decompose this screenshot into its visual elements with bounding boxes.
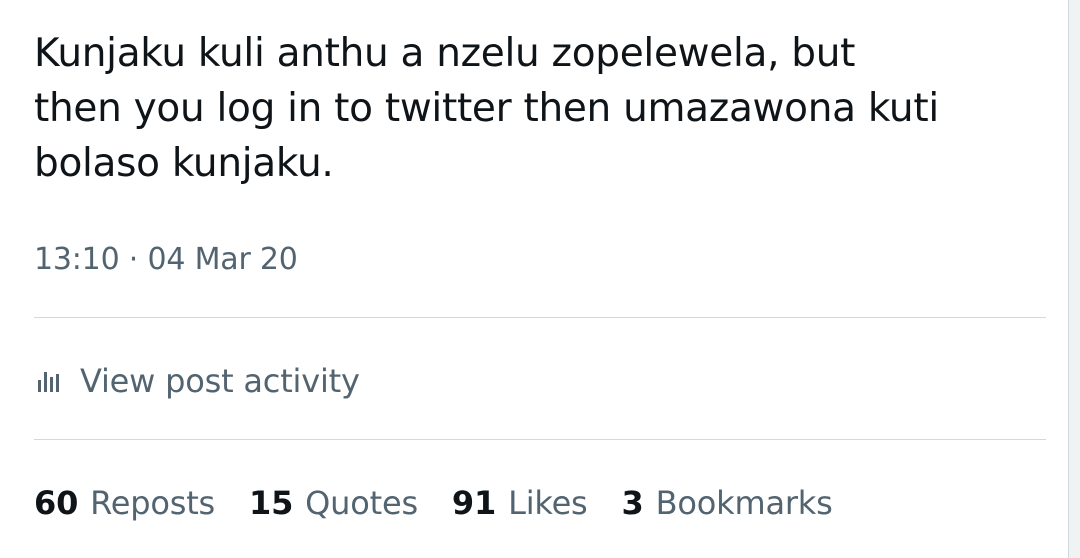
bookmarks-count: 3 bbox=[621, 484, 644, 522]
tweet-text-line: then you log in to twitter then umazawon… bbox=[34, 86, 939, 131]
likes-count: 91 bbox=[451, 484, 497, 522]
tweet-detail-view: Kunjaku kuli anthu a nzelu zopelewela, b… bbox=[0, 0, 1080, 558]
reposts-stat[interactable]: 60 Reposts bbox=[34, 479, 215, 527]
bookmarks-stat[interactable]: 3 Bookmarks bbox=[622, 479, 833, 527]
divider bbox=[34, 439, 1046, 440]
column-border bbox=[1068, 0, 1080, 558]
likes-label: Likes bbox=[508, 484, 588, 522]
view-post-activity-label: View post activity bbox=[80, 362, 360, 400]
quotes-stat[interactable]: 15 Quotes bbox=[249, 479, 418, 527]
tweet-text-line: bolaso kunjaku. bbox=[34, 141, 334, 186]
reposts-count: 60 bbox=[34, 484, 79, 522]
tweet-timestamp[interactable]: 13:10 · 04 Mar 20 bbox=[34, 238, 298, 282]
likes-stat[interactable]: 91 Likes bbox=[452, 479, 588, 527]
tweet-text-line: Kunjaku kuli anthu a nzelu zopelewela, b… bbox=[34, 31, 856, 76]
engagement-stats: 60 Reposts 15 Quotes 91 Likes 3 Bookmark… bbox=[34, 478, 833, 528]
reposts-label: Reposts bbox=[90, 484, 216, 522]
bookmarks-label: Bookmarks bbox=[655, 484, 833, 522]
quotes-label: Quotes bbox=[305, 484, 418, 522]
quotes-count: 15 bbox=[249, 484, 294, 522]
bar-chart-icon bbox=[38, 372, 59, 392]
view-post-activity-button[interactable]: View post activity bbox=[34, 356, 360, 406]
divider bbox=[34, 317, 1046, 318]
tweet-body: Kunjaku kuli anthu a nzelu zopelewela, b… bbox=[34, 26, 1024, 191]
